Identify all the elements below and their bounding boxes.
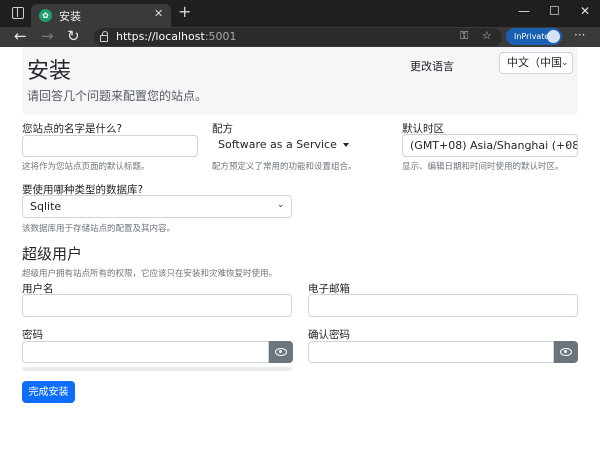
site-name-help: 这将作为您站点页面的默认标题。: [22, 162, 150, 172]
url-text[interactable]: https://localhost:5001: [116, 30, 237, 43]
database-help: 该数据库用于存储站点的配置及其内容。: [22, 224, 176, 234]
refresh-icon[interactable]: ↻: [67, 27, 80, 45]
tab-title: 安装: [59, 10, 81, 23]
timezone-help: 显示、编辑日期和时间时使用的默认时区。: [402, 162, 564, 172]
recipe-label: 配方: [212, 123, 233, 135]
browser-toolbar: ← → ↻ https://localhost:5001 ⚿ ☆ InPriva…: [0, 27, 600, 47]
site-name-input[interactable]: [22, 135, 198, 157]
show-password-button[interactable]: [269, 341, 293, 363]
forward-arrow-icon[interactable]: →: [41, 27, 54, 45]
caret-down-icon: [342, 143, 349, 147]
back-arrow-icon[interactable]: ←: [14, 27, 27, 45]
maximize-button[interactable]: ☐: [549, 4, 560, 18]
chevron-down-icon: ⌄: [564, 139, 572, 149]
address-bar[interactable]: https://localhost:5001 ⚿ ☆: [94, 28, 502, 46]
orchard-favicon-icon: ✿: [39, 9, 52, 22]
database-select[interactable]: Sqlite: [22, 195, 292, 218]
email-input[interactable]: [308, 294, 578, 317]
favorites-star-icon[interactable]: ☆: [482, 29, 492, 42]
eye-icon: [560, 348, 572, 356]
inprivate-badge[interactable]: InPrivate: [506, 28, 562, 45]
more-menu-icon[interactable]: ···: [574, 28, 585, 42]
change-language-label: 更改语言: [410, 60, 454, 73]
timezone-select[interactable]: (GMT+08) Asia/Shanghai (+08:0: [402, 134, 578, 157]
site-name-label: 您站点的名字是什么?: [22, 123, 123, 135]
recipe-help: 配方预定义了常用的功能和设置组合。: [212, 162, 357, 172]
eye-icon: [275, 348, 287, 356]
page-header: 安装 请回答几个问题来配置您的站点。 更改语言 中文（中国 ⌄: [22, 47, 578, 115]
minimize-button[interactable]: —: [518, 4, 530, 18]
password-input[interactable]: [22, 341, 269, 363]
new-tab-button[interactable]: +: [178, 2, 191, 21]
recipe-dropdown[interactable]: Software as a Service: [212, 135, 355, 155]
confirm-password-input[interactable]: [308, 341, 554, 363]
show-confirm-password-button[interactable]: [554, 341, 578, 363]
confirm-password-label: 确认密码: [308, 329, 350, 341]
profile-avatar: [547, 30, 560, 43]
chevron-down-icon: ⌄: [277, 200, 285, 210]
setup-page: 安装 请回答几个问题来配置您的站点。 更改语言 中文（中国 ⌄ 您站点的名字是什…: [0, 47, 600, 453]
page-subtitle: 请回答几个问题来配置您的站点。: [27, 89, 208, 103]
tab-setup[interactable]: ✿ 安装 ✕: [31, 4, 171, 27]
password-label: 密码: [22, 329, 43, 341]
key-icon[interactable]: ⚿: [460, 29, 468, 43]
browser-window: ✿ 安装 ✕ + — ☐ ✕ ← → ↻ https://localhost:5…: [0, 0, 600, 453]
tab-actions-icon[interactable]: [12, 7, 24, 19]
superuser-help: 超级用户拥有站点所有的权限，它应该只在安装和灾难恢复时使用。: [22, 269, 278, 279]
title-bar: ✿ 安装 ✕ + — ☐ ✕: [0, 0, 600, 27]
tab-close-icon[interactable]: ✕: [154, 7, 163, 20]
chevron-down-icon: ⌄: [561, 58, 569, 68]
lock-icon[interactable]: [100, 31, 108, 42]
superuser-title: 超级用户: [22, 245, 83, 263]
finish-setup-button[interactable]: 完成安装: [22, 381, 75, 403]
password-strength-bar: [22, 367, 292, 371]
close-window-button[interactable]: ✕: [580, 4, 590, 18]
page-title: 安装: [27, 59, 72, 84]
username-input[interactable]: [22, 294, 292, 317]
